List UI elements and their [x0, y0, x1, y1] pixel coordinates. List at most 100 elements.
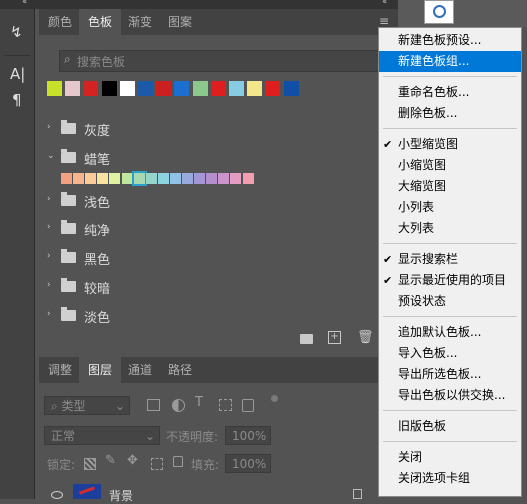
crayon-swatch[interactable]: [230, 173, 242, 184]
crayon-swatch[interactable]: [157, 173, 169, 184]
smart-object-filter-icon[interactable]: [242, 399, 254, 412]
menu-item[interactable]: 大列表: [379, 218, 521, 239]
opacity-input[interactable]: 100%: [225, 426, 271, 445]
shape-filter-icon[interactable]: [219, 399, 232, 411]
recent-swatch[interactable]: [265, 81, 281, 96]
menu-item[interactable]: 预设状态: [379, 291, 521, 312]
lock-transparent-icon[interactable]: [84, 458, 96, 470]
menu-item[interactable]: 关闭: [379, 447, 521, 468]
character-icon[interactable]: A|: [10, 65, 25, 83]
collapse-right-icon[interactable]: ‹‹: [382, 0, 387, 7]
layer-row[interactable]: 背景: [39, 481, 398, 503]
swatch-group[interactable]: › 黑色: [39, 244, 398, 272]
recent-swatch[interactable]: [174, 81, 190, 96]
swatch-group[interactable]: › 较暗: [39, 273, 398, 301]
recent-swatch[interactable]: [101, 81, 117, 96]
tab-swatches[interactable]: 色板: [79, 9, 122, 35]
navigator-preview[interactable]: [424, 0, 454, 24]
fill-input[interactable]: 100%: [225, 454, 271, 473]
menu-item[interactable]: 导出色板以供交换...: [379, 385, 521, 406]
swatch-group[interactable]: ⌄ 蜡笔: [39, 144, 398, 172]
tab-layers[interactable]: 图层: [79, 357, 122, 383]
recent-swatch[interactable]: [283, 81, 299, 96]
menu-item[interactable]: 追加默认色板...: [379, 322, 521, 343]
crayon-swatch[interactable]: [169, 173, 181, 184]
menu-item[interactable]: 新建色板预设...: [379, 30, 521, 51]
recent-swatch[interactable]: [119, 81, 135, 96]
menu-item[interactable]: 小列表: [379, 197, 521, 218]
crayon-swatch[interactable]: [131, 171, 147, 186]
recent-swatch[interactable]: [192, 81, 208, 96]
recent-swatch[interactable]: [47, 81, 62, 96]
type-filter-icon[interactable]: T: [195, 395, 203, 410]
recent-swatch[interactable]: [247, 81, 263, 96]
crayon-swatch[interactable]: [85, 173, 97, 184]
crayon-swatch[interactable]: [121, 173, 133, 184]
lock-artboard-icon[interactable]: [151, 458, 163, 470]
crayon-swatch[interactable]: [206, 173, 218, 184]
menu-item[interactable]: 新建色板组...: [379, 51, 521, 72]
swatch-search-box[interactable]: ⌕ 搜索色板: [59, 50, 391, 72]
crayon-swatch[interactable]: [242, 173, 254, 184]
swatch-group[interactable]: › 淡色: [39, 302, 398, 330]
swatch-group[interactable]: › 浅色: [39, 187, 398, 215]
panel-menu-icon[interactable]: ≡: [379, 14, 389, 28]
crayon-swatch[interactable]: [194, 173, 206, 184]
menu-item[interactable]: ✔ 小型缩览图: [379, 134, 521, 155]
crayon-swatch[interactable]: [109, 173, 121, 184]
chevron-right-icon[interactable]: ›: [47, 280, 51, 290]
recent-swatch[interactable]: [156, 81, 172, 96]
swatch-group[interactable]: › 灰度: [39, 115, 398, 143]
tab-gradients[interactable]: 渐变: [119, 9, 161, 35]
new-swatch-icon[interactable]: +: [328, 331, 341, 344]
crayon-swatch[interactable]: [73, 173, 85, 184]
adjustment-filter-icon[interactable]: [172, 399, 185, 412]
crayon-swatch[interactable]: [145, 173, 157, 184]
menu-item[interactable]: 导入色板...: [379, 343, 521, 364]
tab-patterns[interactable]: 图案: [159, 9, 201, 35]
chevron-right-icon[interactable]: ›: [47, 194, 51, 204]
pixel-filter-icon[interactable]: [147, 399, 160, 411]
chevron-down-icon[interactable]: ⌄: [47, 151, 55, 161]
chevron-right-icon[interactable]: ›: [47, 122, 51, 132]
recent-swatch[interactable]: [65, 81, 81, 96]
chevron-right-icon[interactable]: ›: [47, 251, 51, 261]
recent-swatch[interactable]: [138, 81, 153, 96]
menu-item[interactable]: 关闭选项卡组: [379, 468, 521, 489]
collapse-left-icon[interactable]: ‹‹: [22, 0, 27, 7]
recent-swatch[interactable]: [229, 81, 244, 96]
lock-all-icon[interactable]: [173, 456, 183, 467]
search-input[interactable]: 搜索色板: [77, 53, 125, 70]
crayon-swatch[interactable]: [182, 173, 193, 184]
tab-adjustments[interactable]: 调整: [39, 357, 81, 383]
recent-swatch[interactable]: [83, 81, 99, 96]
layer-filter-select[interactable]: ⌕ 类型 ⌄: [44, 396, 130, 415]
crayon-swatch[interactable]: [218, 173, 230, 184]
swatch-group[interactable]: › 纯净: [39, 215, 398, 243]
crayon-swatch[interactable]: [97, 173, 109, 184]
menu-item[interactable]: 小缩览图: [379, 155, 521, 176]
menu-item[interactable]: 导出所选色板...: [379, 364, 521, 385]
tab-channels[interactable]: 通道: [119, 357, 161, 383]
menu-item[interactable]: ✔ 显示最近使用的项目: [379, 270, 521, 291]
chevron-right-icon[interactable]: ›: [47, 309, 51, 319]
visibility-eye-icon[interactable]: [51, 491, 63, 499]
delete-trash-icon[interactable]: 🗑: [357, 330, 374, 345]
menu-item[interactable]: 重命名色板...: [379, 82, 521, 103]
menu-item[interactable]: ✔ 显示搜索栏: [379, 249, 521, 270]
recent-swatch[interactable]: [210, 81, 226, 96]
menu-item[interactable]: 大缩览图: [379, 176, 521, 197]
tab-paths[interactable]: 路径: [159, 357, 201, 383]
menu-item[interactable]: 删除色板...: [379, 103, 521, 124]
paragraph-icon[interactable]: ¶: [12, 91, 22, 109]
blend-mode-select[interactable]: 正常 ⌄: [44, 426, 160, 445]
filter-toggle-icon[interactable]: [271, 395, 278, 402]
lock-image-brush-icon[interactable]: ✎: [105, 453, 116, 468]
crayon-swatch[interactable]: [61, 173, 72, 184]
history-brush-icon[interactable]: ↯: [10, 23, 23, 41]
new-group-folder-icon[interactable]: [300, 334, 313, 344]
lock-position-move-icon[interactable]: ✥: [127, 453, 138, 468]
menu-item[interactable]: 旧版色板: [379, 416, 521, 437]
tab-color[interactable]: 颜色: [39, 9, 81, 35]
chevron-right-icon[interactable]: ›: [47, 222, 51, 232]
